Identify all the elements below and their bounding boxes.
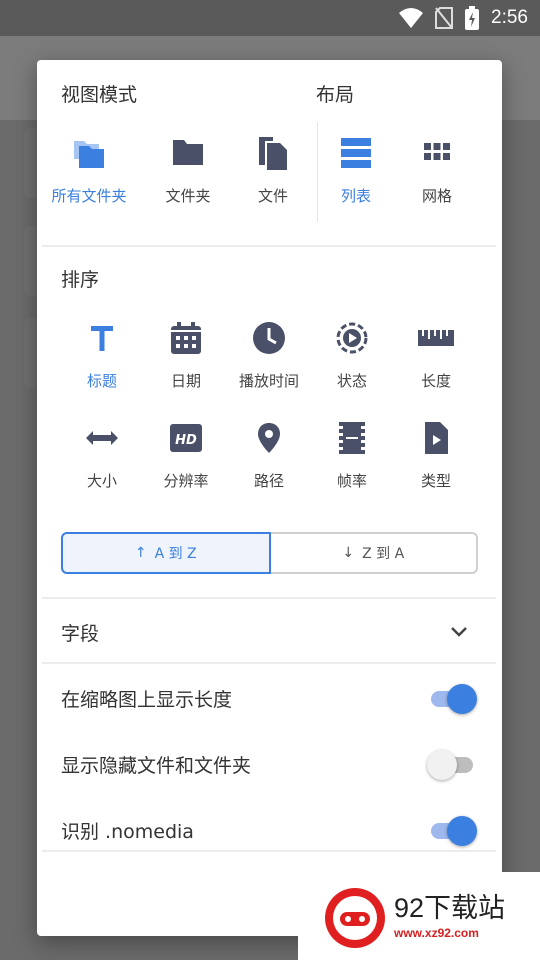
fields-title: 字段 — [61, 622, 100, 645]
setting-row: 在缩略图上显示长度 — [61, 678, 479, 718]
watermark: 92下载站 www.xz92.com — [298, 872, 540, 960]
sort-by-title[interactable]: 标题 — [60, 320, 144, 391]
sort-by-resolution[interactable]: HD 分辨率 — [144, 420, 228, 491]
sort-label: 播放时间 — [238, 372, 299, 390]
divider — [42, 662, 496, 664]
watermark-logo — [325, 888, 385, 948]
setting-row: 显示隐藏文件和文件夹 — [61, 744, 479, 784]
sort-by-frame-rate[interactable]: 帧率 — [310, 420, 394, 491]
view-mode-label: 文件夹 — [165, 187, 211, 205]
film-icon — [339, 422, 365, 454]
view-mode-folder[interactable]: 文件夹 — [146, 135, 230, 206]
size-icon — [86, 431, 118, 445]
view-mode-file[interactable]: 文件 — [231, 135, 315, 206]
svg-text:HD: HD — [175, 433, 197, 448]
nomedia-toggle[interactable] — [429, 815, 479, 846]
status-icon — [336, 322, 368, 354]
hd-icon: HD — [170, 424, 202, 452]
sort-by-play-time[interactable]: 播放时间 — [227, 320, 311, 391]
clock-icon — [253, 322, 285, 354]
no-sim-icon — [435, 7, 454, 29]
layout-title: 布局 — [316, 84, 355, 106]
sort-label: 长度 — [420, 372, 451, 390]
status-bar: 2:56 — [0, 0, 540, 36]
folders-icon — [74, 141, 104, 168]
show-length-toggle[interactable] — [429, 683, 479, 714]
location-icon — [258, 423, 280, 453]
fields-expander[interactable]: 字段 — [61, 612, 479, 652]
folder-icon — [173, 140, 203, 165]
wifi-icon — [399, 8, 424, 28]
sort-descending-button[interactable]: ↓ Z 到 A — [270, 532, 478, 574]
sort-label: 路径 — [253, 472, 284, 490]
grid-icon — [424, 143, 450, 160]
sort-ascending-label: A 到 Z — [154, 546, 197, 562]
setting-label: 显示隐藏文件和文件夹 — [61, 754, 252, 777]
ruler-icon — [418, 330, 454, 346]
view-mode-label: 所有文件夹 — [51, 187, 127, 205]
sort-by-status[interactable]: 状态 — [310, 320, 394, 391]
sort-by-size[interactable]: 大小 — [60, 420, 144, 491]
setting-label: 在缩略图上显示长度 — [61, 688, 233, 711]
show-hidden-toggle[interactable] — [427, 749, 479, 780]
divider — [42, 850, 496, 852]
view-mode-all-folders[interactable]: 所有文件夹 — [47, 135, 131, 206]
watermark-url: www.xz92.com — [394, 926, 479, 940]
sort-title: 排序 — [61, 269, 100, 291]
layout-label: 网格 — [421, 187, 452, 205]
battery-icon — [465, 6, 480, 30]
setting-label: 识别 .nomedia — [61, 820, 194, 843]
sort-by-path[interactable]: 路径 — [227, 420, 311, 491]
sort-label: 类型 — [420, 472, 451, 490]
title-icon — [91, 326, 113, 351]
sort-label: 帧率 — [336, 472, 367, 490]
files-icon — [259, 137, 287, 170]
sort-by-length[interactable]: 长度 — [394, 320, 478, 391]
sort-ascending-button[interactable]: ↑ A 到 Z — [61, 532, 271, 574]
watermark-text: 92下载站 — [394, 893, 506, 923]
sort-label: 日期 — [170, 372, 201, 390]
view-mode-title: 视图模式 — [61, 84, 138, 106]
sort-descending-label: Z 到 A — [362, 546, 405, 562]
sort-label: 分辨率 — [163, 472, 209, 490]
list-icon — [341, 138, 371, 168]
layout-list[interactable]: 列表 — [314, 135, 398, 206]
chevron-down-icon — [451, 627, 467, 637]
calendar-icon — [171, 322, 201, 354]
view-mode-label: 文件 — [257, 187, 288, 205]
file-type-icon — [425, 422, 448, 454]
setting-row: 识别 .nomedia — [61, 810, 479, 850]
arrow-up-icon: ↑ — [134, 545, 147, 561]
status-time: 2:56 — [491, 7, 528, 28]
layout-label: 列表 — [340, 187, 371, 205]
sort-label: 大小 — [86, 472, 117, 490]
divider — [42, 597, 496, 599]
layout-grid[interactable]: 网格 — [395, 135, 479, 206]
sort-label: 标题 — [86, 372, 117, 390]
divider — [42, 245, 496, 247]
sort-label: 状态 — [336, 372, 367, 390]
sort-by-type[interactable]: 类型 — [394, 420, 478, 491]
sort-by-date[interactable]: 日期 — [144, 320, 228, 391]
view-options-dialog: 视图模式 布局 所有文件夹 文件夹 文件 列表 网格 排序 标题 日期 播放时间… — [37, 60, 502, 936]
arrow-down-icon: ↓ — [342, 545, 355, 561]
sort-order-toggle: ↑ A 到 Z ↓ Z 到 A — [61, 532, 478, 574]
